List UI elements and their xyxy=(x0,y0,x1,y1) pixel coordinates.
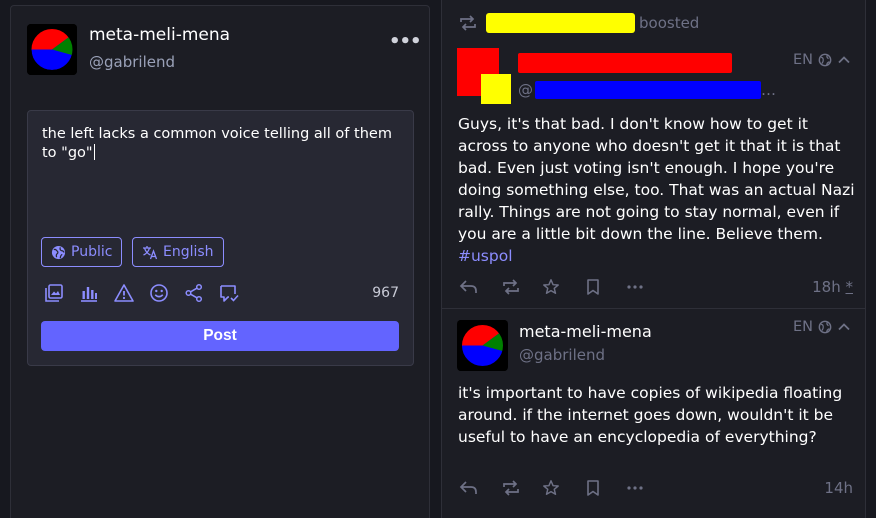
status-content: it's important to have copies of wikiped… xyxy=(458,382,858,448)
hashtag-link[interactable]: #uspol xyxy=(458,247,513,265)
author-avatar[interactable] xyxy=(457,320,508,371)
status-meta: EN xyxy=(793,50,851,70)
reply-icon xyxy=(459,481,477,494)
account-display-name[interactable]: meta-meli-mena xyxy=(89,25,230,45)
star-icon xyxy=(543,279,559,295)
boost-button[interactable] xyxy=(500,477,522,499)
avatar[interactable] xyxy=(27,24,77,75)
compose-account: meta-meli-mena @gabrilend ••• xyxy=(27,24,422,76)
ellipsis-icon xyxy=(627,486,643,490)
collapse-icon[interactable] xyxy=(837,320,851,334)
visibility-button[interactable]: Public xyxy=(41,237,123,267)
globe-icon xyxy=(818,53,832,67)
status-actions: 18h * xyxy=(458,276,853,300)
globe-icon xyxy=(818,320,832,334)
time-value: 14h xyxy=(824,479,853,497)
visibility-label: Public xyxy=(71,244,113,260)
compose-form: the left lacks a common voice telling al… xyxy=(27,110,414,366)
status-meta: EN xyxy=(793,317,851,337)
content-warning-button[interactable] xyxy=(112,281,136,305)
post-button[interactable]: Post xyxy=(41,321,399,351)
handle-ellipsis: … xyxy=(761,81,776,99)
bookmark-icon xyxy=(587,480,599,496)
boost-icon xyxy=(503,480,519,496)
reply-button[interactable] xyxy=(458,477,480,499)
time-value: 18h xyxy=(812,278,841,296)
status-actions: 14h xyxy=(458,477,853,501)
boost-icon xyxy=(460,15,476,31)
media-icon xyxy=(45,284,63,302)
author-handle: @ … xyxy=(518,80,776,100)
boosted-label: boosted xyxy=(639,14,700,32)
more-button[interactable] xyxy=(624,477,646,499)
emoji-icon xyxy=(150,284,168,302)
author-display-name[interactable]: meta-meli-mena xyxy=(519,322,652,341)
status-content: Guys, it's that bad. I don't know how to… xyxy=(458,113,858,267)
character-counter: 967 xyxy=(372,285,399,301)
ellipsis-icon xyxy=(627,285,643,289)
language-tag: EN xyxy=(792,319,813,335)
redacted-author-name[interactable] xyxy=(518,53,732,73)
poll-button[interactable] xyxy=(77,281,101,305)
boost-icon xyxy=(503,279,519,295)
star-icon xyxy=(543,480,559,496)
compose-toolbar xyxy=(42,281,252,305)
timeline-column: boosted @ … EN Guys, it's that bad. I do… xyxy=(441,0,866,518)
content-warning-icon xyxy=(114,284,134,302)
favourite-button[interactable] xyxy=(540,477,562,499)
share-icon xyxy=(185,283,203,303)
status-item[interactable]: meta-meli-mena @gabrilend EN it's import… xyxy=(442,310,865,518)
reply-icon xyxy=(459,280,477,293)
redacted-booster-avatar xyxy=(481,74,511,104)
edited-marker: * xyxy=(845,278,854,296)
more-options-button[interactable]: ••• xyxy=(389,30,422,54)
status-item[interactable]: boosted @ … EN Guys, it's that bad. I do… xyxy=(442,0,865,309)
collapse-icon[interactable] xyxy=(837,53,851,67)
translate-icon xyxy=(143,245,158,259)
handle-prefix: @ xyxy=(518,81,533,99)
poll-icon xyxy=(81,287,97,302)
redacted-author-handle xyxy=(535,81,761,99)
share-button[interactable] xyxy=(182,281,206,305)
emoji-button[interactable] xyxy=(147,281,171,305)
ellipsis-icon: ••• xyxy=(389,31,422,52)
status-text: it's important to have copies of wikiped… xyxy=(458,384,843,446)
favourite-button[interactable] xyxy=(540,276,562,298)
status-timestamp[interactable]: 14h xyxy=(824,479,853,497)
more-button[interactable] xyxy=(624,276,646,298)
author-handle: @gabrilend xyxy=(519,346,605,364)
quote-button[interactable] xyxy=(217,281,241,305)
status-text: Guys, it's that bad. I don't know how to… xyxy=(458,115,855,243)
language-label: English xyxy=(163,244,214,260)
text-caret xyxy=(93,144,95,160)
compose-column: meta-meli-mena @gabrilend ••• the left l… xyxy=(10,5,430,518)
compose-textarea[interactable]: the left lacks a common voice telling al… xyxy=(42,125,398,163)
bookmark-icon xyxy=(587,279,599,295)
status-timestamp[interactable]: 18h * xyxy=(812,278,853,296)
language-tag: EN xyxy=(792,52,813,68)
media-button[interactable] xyxy=(42,281,66,305)
account-handle: @gabrilend xyxy=(89,53,175,71)
quote-icon xyxy=(220,285,239,302)
boost-button[interactable] xyxy=(500,276,522,298)
globe-icon xyxy=(51,245,66,259)
language-button[interactable]: English xyxy=(132,237,224,267)
author-avatar[interactable] xyxy=(457,48,511,106)
bookmark-button[interactable] xyxy=(582,477,604,499)
bookmark-button[interactable] xyxy=(582,276,604,298)
reply-button[interactable] xyxy=(458,276,480,298)
boost-indicator: boosted xyxy=(458,12,699,34)
redacted-booster-name xyxy=(486,13,635,33)
